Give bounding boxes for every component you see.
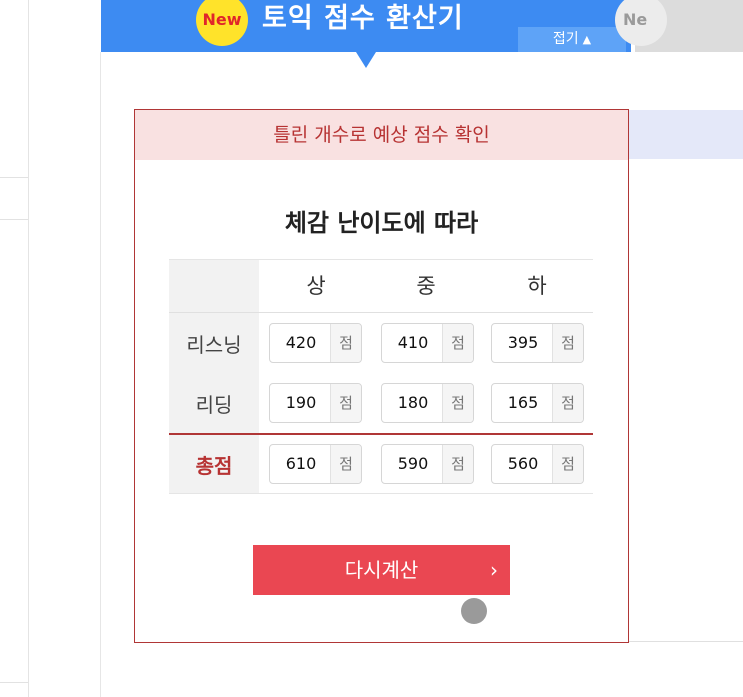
score-value: 420 (285, 333, 317, 352)
listening-medium-score[interactable]: 410 점 (381, 323, 474, 363)
divider (628, 641, 743, 642)
unit-label: 점 (442, 445, 473, 483)
calculator-header: New 토익 점수 환산기 접기 ▲ (101, 0, 631, 52)
table-row-reading: 리딩 190 점 180 점 165 점 (169, 373, 593, 433)
score-value: 590 (397, 454, 429, 473)
row-label-total: 총점 (169, 435, 259, 493)
row-label-reading: 리딩 (169, 373, 259, 433)
unit-label: 점 (442, 384, 473, 422)
row-label-listening: 리스닝 (169, 313, 259, 373)
reading-hard-score[interactable]: 190 점 (269, 383, 362, 423)
side-panel-strip (628, 110, 743, 159)
divider (0, 177, 28, 178)
touch-cursor-indicator (461, 598, 487, 624)
column-medium: 중 (416, 274, 436, 298)
column-hard: 상 (306, 274, 326, 298)
listening-easy-score[interactable]: 395 점 (491, 323, 584, 363)
calculator-title: 토익 점수 환산기 (262, 3, 464, 34)
unit-label: 점 (552, 384, 583, 422)
empty-header-cell (169, 260, 259, 312)
unit-label: 점 (552, 445, 583, 483)
score-estimate-card: 틀린 개수로 예상 점수 확인 체감 난이도에 따라 상 중 하 리스닝 420… (134, 109, 629, 643)
score-value: 165 (507, 393, 539, 412)
table-row-listening: 리스닝 420 점 410 점 395 점 (169, 313, 593, 373)
recalculate-button[interactable]: 다시계산 › (253, 545, 510, 595)
unit-label: 점 (330, 384, 361, 422)
fold-button[interactable]: 접기 ▲ (518, 27, 626, 52)
reading-easy-score[interactable]: 165 점 (491, 383, 584, 423)
column-easy: 하 (527, 274, 547, 298)
score-table: 상 중 하 리스닝 420 점 410 점 395 점 리딩 190 점 180 점 (169, 259, 593, 494)
divider (0, 682, 28, 683)
unit-label: 점 (330, 324, 361, 362)
chevron-right-icon: › (490, 558, 498, 582)
left-page-edge (0, 0, 29, 697)
listening-hard-score[interactable]: 420 점 (269, 323, 362, 363)
recalculate-label: 다시계산 (344, 558, 419, 582)
new-badge: New (196, 0, 248, 46)
unit-label: 점 (330, 445, 361, 483)
unit-label: 점 (442, 324, 473, 362)
total-easy-score: 560 점 (491, 444, 584, 484)
divider (0, 219, 28, 220)
score-value: 395 (507, 333, 539, 352)
header-pointer-arrow (356, 52, 376, 68)
caret-up-icon: ▲ (582, 33, 592, 46)
total-hard-score: 610 점 (269, 444, 362, 484)
score-value: 190 (285, 393, 317, 412)
difficulty-subtitle: 체감 난이도에 따라 (284, 209, 479, 237)
unit-label: 점 (552, 324, 583, 362)
reading-medium-score[interactable]: 180 점 (381, 383, 474, 423)
table-row-total: 총점 610 점 590 점 560 점 (169, 433, 593, 494)
score-value: 180 (397, 393, 429, 412)
tab-next-calculator[interactable]: Ne (615, 0, 743, 52)
new-badge: Ne (615, 0, 667, 46)
score-value: 610 (285, 454, 317, 473)
content-border (100, 52, 101, 697)
card-header: 틀린 개수로 예상 점수 확인 (135, 110, 628, 160)
score-value: 410 (397, 333, 429, 352)
fold-label: 접기 (552, 31, 579, 47)
table-header-row: 상 중 하 (169, 259, 593, 313)
total-medium-score: 590 점 (381, 444, 474, 484)
score-value: 560 (507, 454, 539, 473)
